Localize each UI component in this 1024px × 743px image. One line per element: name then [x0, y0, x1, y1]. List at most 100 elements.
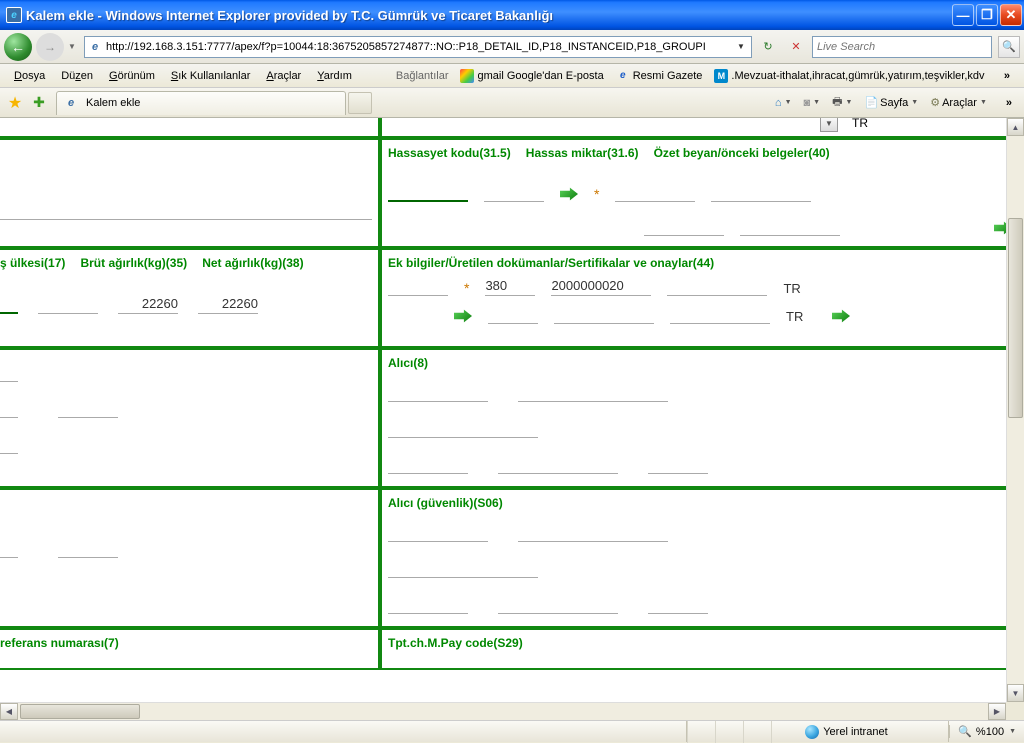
menu-sik[interactable]: Sık Kullanılanlar: [163, 67, 259, 85]
vertical-scrollbar[interactable]: ▲ ▼: [1006, 118, 1024, 702]
sec-hassasiyet: Hassasyet kodu(31.5): [388, 146, 511, 160]
page-icon: e: [87, 39, 103, 55]
forward-button[interactable]: →: [36, 33, 64, 61]
field-44a[interactable]: [388, 278, 448, 296]
field-44f[interactable]: [670, 306, 770, 324]
f[interactable]: [518, 524, 668, 542]
menubar: Dosya Düzen Görünüm Sık Kullanılanlar Ar…: [0, 64, 1024, 88]
f[interactable]: [388, 384, 488, 402]
tool-more[interactable]: »: [998, 97, 1020, 109]
f[interactable]: [388, 560, 538, 578]
field-net[interactable]: 22260: [198, 296, 258, 314]
menu-yardim[interactable]: Yardım: [309, 67, 360, 85]
field-40a[interactable]: [615, 184, 695, 202]
zoom-control[interactable]: 🔍 %100 ▼: [949, 725, 1024, 738]
arrow-icon[interactable]: [832, 308, 850, 324]
cell-31-40: Hassasyet kodu(31.5) Hassas miktar(31.6)…: [380, 138, 1006, 248]
scroll-thumb[interactable]: [1008, 218, 1023, 418]
search-button[interactable]: 🔍: [998, 36, 1020, 58]
fav-mevzuat[interactable]: M.Mevzuat-ithalat,ihracat,gümrük,yatırım…: [708, 67, 990, 85]
help-button[interactable]: [994, 92, 996, 114]
scroll-right-button[interactable]: ▶: [988, 703, 1006, 720]
print-button[interactable]: 🖶▼: [827, 92, 857, 114]
f[interactable]: [0, 400, 18, 418]
back-button[interactable]: ←: [4, 33, 32, 61]
menu-more[interactable]: »: [996, 70, 1018, 82]
minimize-button[interactable]: —: [952, 4, 974, 26]
menu-gorunum[interactable]: Görünüm: [101, 67, 163, 85]
scroll-down-button[interactable]: ▼: [1007, 684, 1024, 702]
f[interactable]: [388, 456, 468, 474]
form-grid: ▼ TR 3) Hassasyet kodu(31.5) Hassas mikt…: [0, 118, 1006, 670]
arrow-icon[interactable]: [560, 186, 578, 202]
field-varis2[interactable]: [38, 296, 98, 314]
f[interactable]: [58, 400, 118, 418]
home-button[interactable]: ⌂▼: [770, 92, 797, 114]
dropdown-icon[interactable]: ▼: [820, 118, 838, 132]
required-icon: *: [464, 280, 469, 296]
f[interactable]: [58, 540, 118, 558]
f[interactable]: [388, 420, 538, 438]
field-44e[interactable]: [554, 306, 654, 324]
field-brut[interactable]: 22260: [118, 296, 178, 314]
field-3a[interactable]: [0, 202, 372, 220]
field-44d[interactable]: [488, 306, 538, 324]
menu-duzen[interactable]: Düzen: [53, 67, 101, 85]
f[interactable]: [518, 384, 668, 402]
field-varis[interactable]: [0, 296, 18, 314]
f[interactable]: [498, 596, 618, 614]
tab-active[interactable]: e Kalem ekle: [56, 91, 346, 115]
address-bar[interactable]: e ▼: [84, 36, 752, 58]
f[interactable]: [0, 436, 18, 454]
f[interactable]: [648, 596, 708, 614]
field-44-v2[interactable]: 2000000020: [551, 278, 651, 296]
scroll-up-button[interactable]: ▲: [1007, 118, 1024, 136]
menu-dosya[interactable]: Dosya: [6, 67, 53, 85]
rss-icon: ◙: [804, 97, 811, 109]
field-44c[interactable]: [667, 278, 767, 296]
status-segments: [687, 721, 799, 743]
add-favorite-button[interactable]: ✚: [28, 92, 50, 114]
security-zone[interactable]: Yerel intranet: [799, 721, 949, 742]
f[interactable]: [388, 524, 488, 542]
cell-blank-2: [0, 488, 380, 628]
f[interactable]: [498, 456, 618, 474]
field-40c[interactable]: [644, 218, 724, 236]
menu-araclar[interactable]: Araçlar: [258, 67, 309, 85]
search-box[interactable]: [812, 36, 992, 58]
f[interactable]: [0, 364, 18, 382]
url-input[interactable]: [106, 41, 733, 53]
field-316[interactable]: [484, 184, 544, 202]
f[interactable]: [648, 456, 708, 474]
zoom-dropdown-icon[interactable]: ▼: [1009, 728, 1016, 735]
f[interactable]: [388, 596, 468, 614]
refresh-button[interactable]: ↻: [756, 36, 780, 58]
arrow-icon[interactable]: [454, 308, 472, 324]
field-315[interactable]: [388, 184, 468, 202]
arrow-icon-r[interactable]: [994, 220, 1006, 236]
fav-gmail[interactable]: gmail Google'dan E-posta: [454, 67, 609, 85]
field-44-v1[interactable]: 380: [485, 278, 535, 296]
zoom-label: %100: [976, 726, 1004, 738]
feeds-button[interactable]: ◙▼: [799, 92, 826, 114]
new-tab-button[interactable]: [348, 92, 372, 114]
field-44-tr2: TR: [786, 309, 816, 324]
f[interactable]: [0, 540, 18, 558]
stop-button[interactable]: ✕: [784, 36, 808, 58]
tools-menu[interactable]: ⚙Araçlar▼: [925, 92, 992, 114]
favorites-button[interactable]: ★: [4, 92, 26, 114]
scroll-left-button[interactable]: ◀: [0, 703, 18, 720]
cell-alici-guv: Alıcı (güvenlik)(S06): [380, 488, 1006, 628]
address-dropdown[interactable]: ▼: [733, 42, 749, 51]
field-40d[interactable]: [740, 218, 840, 236]
history-dropdown[interactable]: ▼: [68, 42, 80, 51]
page-menu[interactable]: 📄Sayfa▼: [859, 92, 923, 114]
fav-resmi[interactable]: eResmi Gazete: [610, 67, 709, 85]
horizontal-scrollbar[interactable]: ◀ ▶: [0, 702, 1006, 720]
close-button[interactable]: ✕: [1000, 4, 1022, 26]
field-40b[interactable]: [711, 184, 811, 202]
maximize-button[interactable]: ❐: [976, 4, 998, 26]
hscroll-thumb[interactable]: [20, 704, 140, 719]
cell-blank-1: [0, 348, 380, 488]
search-input[interactable]: [817, 41, 987, 53]
